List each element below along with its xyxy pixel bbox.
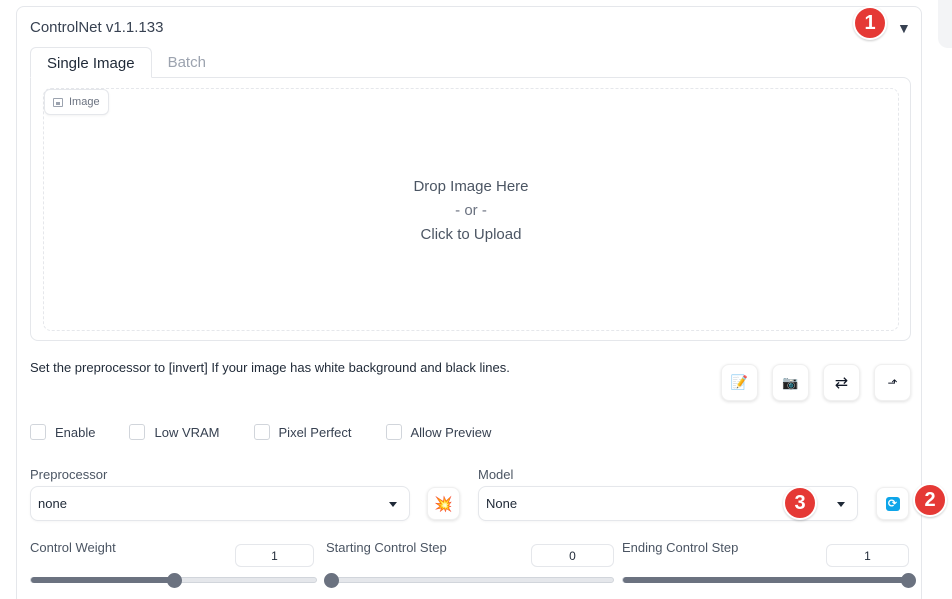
scrollbar-stub[interactable] (938, 0, 952, 48)
annotation-badge-1: 1 (853, 6, 887, 40)
slider-thumb[interactable] (166, 573, 182, 588)
triangle-down-icon[interactable]: ▼ (897, 21, 911, 35)
edit-canvas-button[interactable]: 📝 (721, 364, 758, 401)
chevron-down-icon (389, 502, 397, 507)
image-label: Image (69, 96, 100, 108)
preprocessor-value: none (38, 496, 67, 511)
run-preprocessor-button[interactable]: 💥 (427, 487, 460, 520)
model-value: None (486, 496, 518, 511)
starting-step-input[interactable]: 0 (531, 544, 614, 567)
annotation-badge-3: 3 (783, 486, 817, 520)
upload-text: Click to Upload (420, 226, 522, 243)
send-dimensions-button[interactable]: ⬏ (874, 364, 911, 401)
starting-step-label: Starting Control Step (326, 540, 447, 555)
panel-title: ControlNet v1.1.133 (30, 19, 164, 36)
drop-instructions: Drop Image Here - or - Click to Upload (44, 175, 898, 247)
checkbox-box[interactable] (30, 424, 46, 440)
chevron-down-icon (837, 502, 845, 507)
checkbox-box[interactable] (253, 424, 270, 440)
checkbox-label: Allow Preview (410, 424, 492, 440)
checkbox-box[interactable] (385, 424, 402, 440)
slider-fill (623, 577, 908, 583)
pixel-perfect-checkbox[interactable]: Pixel Perfect (253, 424, 352, 440)
drop-text: Drop Image Here (413, 178, 529, 195)
preprocessor-hint: Set the preprocessor to [invert] If your… (30, 360, 510, 375)
tab-batch[interactable]: Batch (152, 47, 222, 78)
swap-arrows-icon: ⇄ (834, 374, 849, 392)
allow-preview-checkbox[interactable]: Allow Preview (385, 424, 492, 440)
tab-content: Image Drop Image Here - or - Click to Up… (30, 77, 911, 341)
edit-canvas-icon: 📝 (730, 374, 749, 390)
checkbox-label: Enable (55, 424, 96, 440)
ending-step-input[interactable]: 1 (826, 544, 909, 567)
options-row: Enable Low VRAM Pixel Perfect Allow Prev… (30, 424, 525, 440)
ending-step-label: Ending Control Step (622, 540, 739, 555)
send-dimensions-icon: ⬏ (887, 375, 898, 390)
refresh-icon: ⟳ (885, 496, 900, 511)
model-label: Model (478, 467, 514, 482)
camera-button[interactable]: 📷 (772, 364, 809, 401)
preprocessor-select[interactable]: none (30, 486, 410, 521)
checkbox-label: Low VRAM (154, 424, 220, 440)
refresh-models-button[interactable]: ⟳ (876, 487, 909, 520)
checkbox-label: Pixel Perfect (278, 424, 352, 440)
slider-thumb[interactable] (324, 573, 339, 588)
image-drop-zone[interactable]: Image Drop Image Here - or - Click to Up… (43, 88, 899, 331)
tab-bar: Single Image Batch (30, 47, 222, 78)
checkbox-box[interactable] (129, 424, 146, 440)
control-weight-label: Control Weight (30, 540, 116, 555)
low-vram-checkbox[interactable]: Low VRAM (129, 424, 220, 440)
control-weight-slider[interactable] (30, 573, 317, 588)
enable-checkbox[interactable]: Enable (30, 424, 95, 440)
camera-icon: 📷 (782, 374, 799, 390)
tab-single-image[interactable]: Single Image (30, 47, 152, 78)
explosion-icon: 💥 (434, 495, 453, 513)
swap-button[interactable]: ⇄ (823, 364, 860, 401)
image-icon (53, 97, 63, 107)
slider-thumb[interactable] (901, 573, 916, 588)
preprocessor-label: Preprocessor (30, 467, 108, 482)
ending-step-slider[interactable] (622, 573, 916, 588)
image-label-chip: Image (44, 89, 109, 115)
annotation-badge-2: 2 (913, 483, 947, 517)
starting-step-slider[interactable] (324, 573, 614, 588)
control-weight-input[interactable]: 1 (235, 544, 314, 567)
or-text: - or - (455, 202, 487, 219)
slider-fill (31, 577, 174, 583)
